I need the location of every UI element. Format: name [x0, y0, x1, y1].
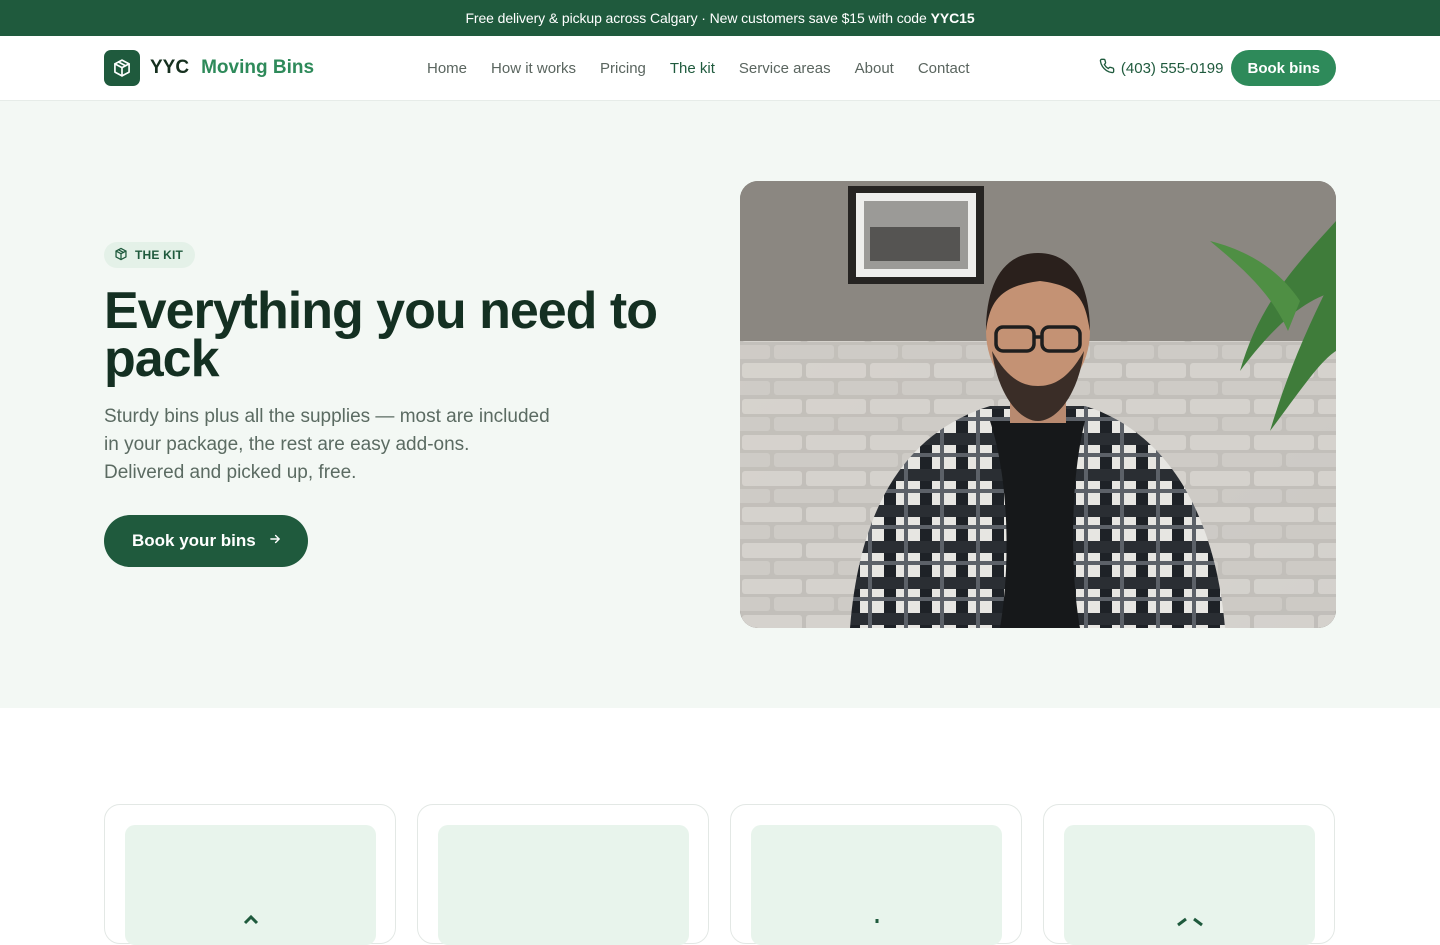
kit-cards — [104, 804, 1335, 945]
section-badge: THE KIT — [104, 242, 196, 268]
nav-link-home[interactable]: Home — [427, 60, 467, 77]
phone-link[interactable]: (403) 555-0199 — [1099, 58, 1224, 78]
brand-prefix: YYC — [150, 57, 190, 78]
tape-icon — [1177, 917, 1203, 927]
nav-link-pricing[interactable]: Pricing — [600, 60, 646, 77]
nav-link-about[interactable]: About — [855, 60, 894, 77]
nav-link-service-areas[interactable]: Service areas — [739, 60, 831, 77]
cta-label: Book your bins — [132, 531, 256, 550]
book-your-bins-button[interactable]: Book your bins — [104, 515, 308, 567]
kit-card[interactable] — [1043, 804, 1335, 945]
brand-name: Moving Bins — [201, 57, 315, 78]
phone-number: (403) 555-0199 — [1120, 59, 1224, 77]
book-bins-button[interactable]: Book bins — [1231, 50, 1336, 86]
bin-icon — [243, 914, 259, 925]
phone-icon — [1099, 58, 1115, 78]
promo-banner: Free delivery & pickup across Calgary · … — [0, 0, 1440, 36]
card-media — [125, 825, 376, 945]
nav-links: Home How it works Pricing The kit Servic… — [427, 36, 970, 100]
brand-logo[interactable]: YYC Moving Bins — [104, 50, 314, 86]
badge-label: THE KIT — [135, 248, 184, 262]
hero-section: THE KIT Everything you need to pack Stur… — [0, 101, 1440, 708]
card-media — [438, 825, 689, 945]
box-icon — [104, 50, 140, 86]
nav-link-contact[interactable]: Contact — [918, 60, 970, 77]
dolly-icon — [875, 919, 879, 923]
nav-link-the-kit[interactable]: The kit — [670, 60, 715, 77]
card-media — [751, 825, 1002, 945]
hero-title: Everything you need to pack — [104, 282, 658, 388]
nav-actions: (403) 555-0199 Book bins — [1099, 50, 1336, 86]
card-media — [1064, 825, 1315, 945]
kit-card[interactable] — [417, 804, 709, 945]
hero-photo — [740, 181, 1336, 628]
kit-card[interactable] — [730, 804, 1022, 945]
box-icon — [114, 247, 128, 264]
promo-text: Free delivery & pickup across Calgary · … — [465, 10, 927, 26]
arrow-right-icon — [268, 531, 282, 551]
hero-subtitle: Sturdy bins plus all the supplies — most… — [104, 406, 550, 483]
top-nav: YYC Moving Bins Home How it works Pricin… — [0, 36, 1440, 101]
promo-code: YYC15 — [930, 10, 975, 26]
kit-card[interactable] — [104, 804, 396, 945]
nav-link-how-it-works[interactable]: How it works — [491, 60, 576, 77]
